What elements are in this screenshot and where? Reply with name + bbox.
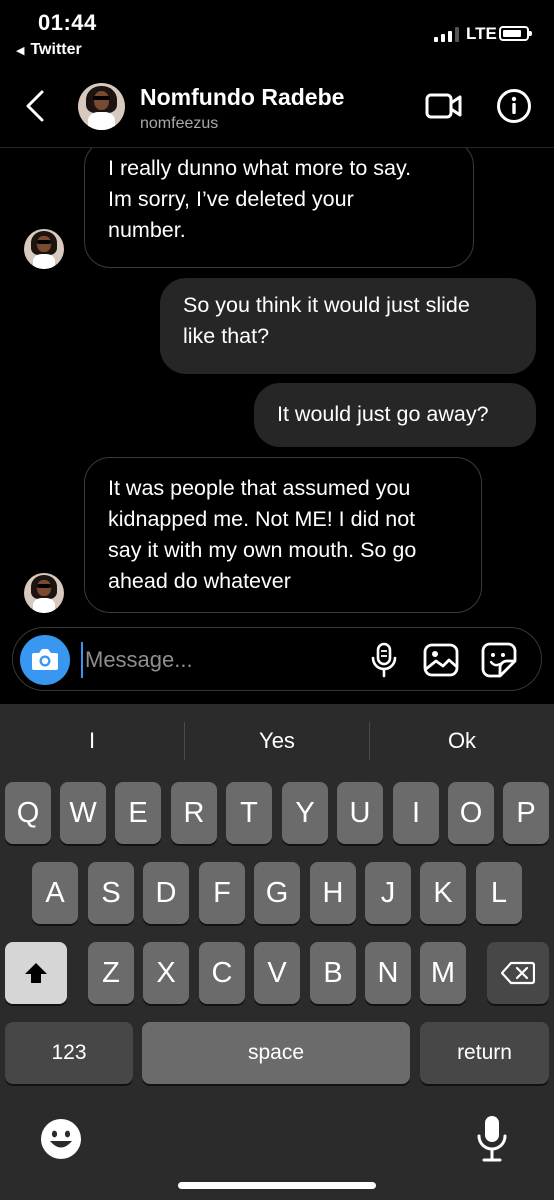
key-g[interactable]: G: [254, 862, 300, 924]
message-line: It would just go away?: [277, 402, 489, 426]
shift-key[interactable]: [5, 942, 67, 1004]
status-time: 01:44: [38, 10, 97, 35]
message-bubble-incoming[interactable]: It was people that assumed you kidnapped…: [84, 457, 482, 613]
key-u[interactable]: U: [337, 782, 383, 844]
predictive-bar: I Yes Ok: [0, 704, 554, 778]
suggestion-2[interactable]: Yes: [185, 718, 369, 764]
suggestion-1[interactable]: I: [0, 718, 184, 764]
back-chevron-icon: [26, 90, 44, 122]
key-o[interactable]: O: [448, 782, 494, 844]
camera-button[interactable]: [20, 635, 70, 685]
key-x[interactable]: X: [143, 942, 189, 1004]
message-bubble-outgoing[interactable]: It would just go away?: [254, 383, 536, 447]
message-line: Im sorry, I’ve deleted your: [108, 187, 354, 211]
sender-avatar[interactable]: [24, 229, 64, 269]
message-line: So you think it would just slide: [183, 293, 470, 317]
suggestion-3[interactable]: Ok: [370, 718, 554, 764]
dictation-icon: [477, 1116, 507, 1162]
key-c[interactable]: C: [199, 942, 245, 1004]
video-call-button[interactable]: [424, 90, 464, 122]
key-f[interactable]: F: [199, 862, 245, 924]
back-to-app-link[interactable]: ◀ Twitter: [16, 41, 82, 59]
space-key[interactable]: space: [142, 1022, 410, 1084]
contact-handle[interactable]: nomfeezus: [140, 115, 218, 133]
key-r[interactable]: R: [171, 782, 217, 844]
key-l[interactable]: L: [476, 862, 522, 924]
key-v[interactable]: V: [254, 942, 300, 1004]
key-m[interactable]: M: [420, 942, 466, 1004]
home-indicator[interactable]: [178, 1182, 376, 1189]
key-n[interactable]: N: [365, 942, 411, 1004]
dictation-button[interactable]: [476, 1114, 508, 1164]
back-app-label: Twitter: [30, 41, 82, 58]
backspace-icon: [501, 961, 535, 985]
message-input[interactable]: [81, 642, 351, 678]
message-line: ahead do whatever: [108, 569, 291, 593]
info-button[interactable]: [496, 88, 532, 124]
sticker-button[interactable]: [481, 642, 517, 678]
key-b[interactable]: B: [310, 942, 356, 1004]
battery-icon: [499, 26, 532, 41]
key-z[interactable]: Z: [88, 942, 134, 1004]
message-bubble-outgoing[interactable]: So you think it would just slide like th…: [160, 278, 536, 374]
key-q[interactable]: Q: [5, 782, 51, 844]
sticker-icon: [481, 642, 517, 678]
chat-header: Nomfundo Radebe nomfeezus: [0, 66, 554, 148]
numbers-key[interactable]: 123: [5, 1022, 133, 1084]
message-composer: [12, 627, 542, 691]
message-thread[interactable]: I really dunno what more to say. Im sorr…: [0, 148, 554, 620]
video-call-icon: [425, 93, 462, 119]
voice-message-button[interactable]: [369, 642, 399, 678]
network-type: LTE: [466, 24, 497, 43]
back-button[interactable]: [20, 86, 52, 126]
message-line: kidnapped me. Not ME! I did not: [108, 507, 416, 531]
key-d[interactable]: D: [143, 862, 189, 924]
status-bar: 01:44 ◀ Twitter LTE: [0, 0, 554, 66]
gallery-icon: [423, 643, 459, 677]
key-w[interactable]: W: [60, 782, 106, 844]
key-i[interactable]: I: [393, 782, 439, 844]
backspace-key[interactable]: [487, 942, 549, 1004]
message-line: It was people that assumed you: [108, 476, 411, 500]
key-s[interactable]: S: [88, 862, 134, 924]
key-p[interactable]: P: [503, 782, 549, 844]
back-triangle-icon: ◀: [16, 44, 25, 57]
message-line: like that?: [183, 324, 270, 348]
message-line: say it with my own mouth. So go: [108, 538, 417, 562]
contact-name[interactable]: Nomfundo Radebe: [140, 84, 344, 111]
key-k[interactable]: K: [420, 862, 466, 924]
signal-strength-icon: [434, 26, 459, 42]
info-icon: [497, 89, 531, 123]
message-line: number.: [108, 218, 186, 242]
key-e[interactable]: E: [115, 782, 161, 844]
keyboard: I Yes Ok Q W E R T Y U I O P A S D F G H…: [0, 704, 554, 1200]
shift-icon: [25, 963, 47, 983]
gallery-button[interactable]: [423, 642, 459, 678]
camera-icon: [32, 649, 58, 670]
key-t[interactable]: T: [226, 782, 272, 844]
key-j[interactable]: J: [365, 862, 411, 924]
emoji-button[interactable]: [40, 1118, 82, 1160]
message-bubble-incoming[interactable]: I really dunno what more to say. Im sorr…: [84, 148, 474, 268]
contact-avatar[interactable]: [78, 83, 125, 130]
message-line: I really dunno what more to say.: [108, 156, 412, 180]
microphone-icon: [371, 642, 397, 678]
sender-avatar[interactable]: [24, 573, 64, 613]
return-key[interactable]: return: [420, 1022, 549, 1084]
key-a[interactable]: A: [32, 862, 78, 924]
emoji-icon: [41, 1119, 81, 1159]
key-y[interactable]: Y: [282, 782, 328, 844]
key-h[interactable]: H: [310, 862, 356, 924]
